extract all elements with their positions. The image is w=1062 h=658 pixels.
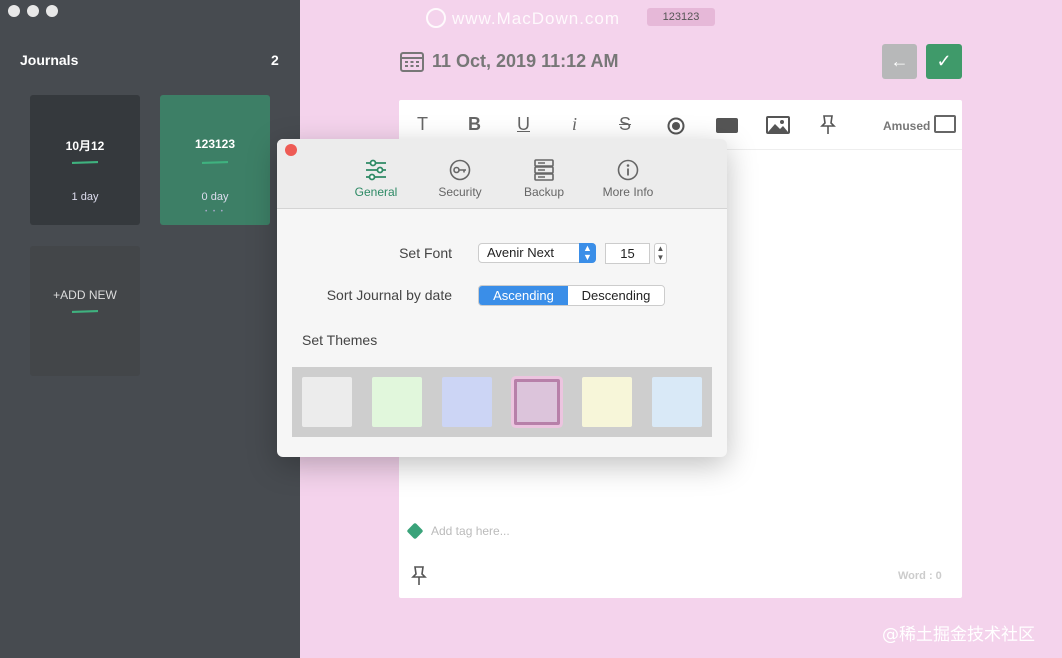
macdown-logo-icon — [426, 8, 446, 28]
journals-title: Journals — [20, 52, 79, 68]
mood-face-icon[interactable] — [934, 115, 956, 133]
server-icon — [534, 159, 554, 181]
tab-backup[interactable]: Backup — [504, 159, 584, 199]
sort-label: Sort Journal by date — [326, 287, 452, 303]
italic-icon[interactable]: i — [572, 114, 577, 135]
sort-ascending-option[interactable]: Ascending — [479, 286, 568, 305]
sidebar: Journals 2 10月12 1 day 123123 0 day • • … — [0, 0, 300, 658]
image-icon[interactable] — [766, 116, 790, 134]
tab-security[interactable]: Security — [420, 159, 500, 199]
set-themes-label: Set Themes — [302, 332, 378, 348]
font-size-field[interactable]: 15 — [605, 243, 650, 264]
tab-security-label: Security — [438, 185, 482, 199]
set-font-label: Set Font — [399, 245, 452, 261]
pin-icon[interactable] — [820, 115, 836, 135]
highlight-icon[interactable] — [716, 118, 738, 133]
journal-card-accent — [202, 161, 228, 164]
theme-swatch[interactable] — [582, 377, 632, 427]
entry-title-field[interactable]: 123123 — [647, 8, 715, 26]
bullet-list-icon[interactable] — [667, 117, 685, 135]
bold-icon[interactable]: B — [468, 114, 481, 135]
window-controls — [8, 5, 58, 17]
more-dots-icon[interactable]: • • • — [160, 209, 270, 215]
tab-more-info-label: More Info — [602, 185, 654, 199]
watermark-text: www.MacDown.com — [452, 9, 621, 28]
theme-swatch[interactable] — [652, 377, 702, 427]
tab-backup-label: Backup — [523, 185, 565, 199]
journal-card-age: 1 day — [71, 191, 99, 203]
zoom-window-button[interactable] — [46, 5, 58, 17]
info-icon — [617, 159, 639, 181]
word-count: Word : 0 — [898, 570, 942, 582]
pin-bottom-icon[interactable] — [411, 566, 427, 586]
key-icon — [449, 159, 471, 181]
strikethrough-icon[interactable]: S — [619, 114, 631, 135]
preferences-dialog: General Security Backup More Info Set Fo… — [277, 139, 727, 457]
calendar-icon — [400, 52, 424, 72]
back-button[interactable]: ← — [882, 44, 917, 79]
tab-general[interactable]: General — [336, 159, 416, 199]
sort-descending-option[interactable]: Descending — [568, 286, 664, 305]
journal-card-title: 10月12 — [65, 139, 105, 153]
preferences-tabbar: General Security Backup More Info — [277, 139, 727, 209]
entry-date[interactable]: 11 Oct, 2019 11:12 AM — [400, 50, 618, 72]
watermark: www.MacDown.com — [426, 8, 620, 29]
journal-card[interactable]: 10月12 1 day — [30, 95, 140, 225]
theme-picker — [292, 367, 712, 437]
underline-icon[interactable]: U — [517, 114, 530, 135]
journal-card-age: 0 day — [201, 191, 229, 203]
tag-placeholder: Add tag here... — [431, 524, 510, 538]
journal-card-title: 123123 — [194, 137, 236, 151]
tab-more-info[interactable]: More Info — [588, 159, 668, 199]
minimize-window-button[interactable] — [27, 5, 39, 17]
mood-label[interactable]: Amused — [883, 119, 930, 133]
add-journal-button[interactable]: +ADD NEW — [30, 246, 140, 376]
text-style-icon[interactable]: T — [417, 114, 428, 135]
font-size-stepper[interactable]: ▲ ▼ — [654, 243, 667, 264]
journal-card-selected[interactable]: 123123 0 day • • • — [160, 95, 270, 225]
entry-date-text: 11 Oct, 2019 11:12 AM — [432, 50, 619, 71]
close-dialog-button[interactable] — [285, 144, 297, 156]
close-window-button[interactable] — [8, 5, 20, 17]
sort-order-control: Ascending Descending — [478, 285, 665, 306]
font-select[interactable]: Avenir Next ▲ ▼ — [478, 243, 596, 263]
tag-input[interactable]: Add tag here... — [406, 522, 510, 540]
journals-count: 2 — [271, 52, 279, 68]
tag-icon — [406, 522, 424, 540]
chevron-updown-icon: ▲ ▼ — [579, 243, 596, 263]
footer-watermark: @稀土掘金技术社区 — [882, 625, 1035, 645]
add-journal-accent — [72, 310, 98, 313]
theme-swatch-selected[interactable] — [514, 379, 560, 425]
save-button[interactable]: ✓ — [926, 44, 962, 79]
sliders-icon — [366, 159, 386, 181]
journal-card-accent — [72, 161, 98, 164]
theme-swatch[interactable] — [442, 377, 492, 427]
theme-swatch[interactable] — [372, 377, 422, 427]
theme-swatch[interactable] — [302, 377, 352, 427]
font-select-value: Avenir Next — [487, 245, 554, 260]
add-journal-label: +ADD NEW — [53, 288, 117, 302]
tab-general-label: General — [354, 185, 398, 199]
